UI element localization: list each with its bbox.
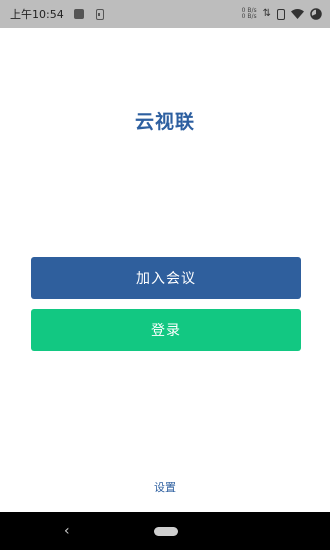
data-arrows-icon: ⇅ bbox=[262, 8, 271, 19]
navigation-bar: ‹ bbox=[0, 512, 330, 550]
wifi-icon bbox=[291, 9, 304, 19]
join-meeting-button[interactable]: 加入会议 bbox=[31, 257, 301, 299]
home-pill-icon[interactable] bbox=[154, 527, 178, 536]
status-time: 上午10:54 bbox=[10, 8, 64, 21]
status-bar: 上午10:54 0 B/s 0 B/s ⇅ bbox=[0, 0, 330, 28]
vibrate-icon bbox=[277, 8, 285, 20]
network-speed: 0 B/s 0 B/s bbox=[242, 8, 257, 20]
login-button[interactable]: 登录 bbox=[31, 309, 301, 351]
settings-link[interactable]: 设置 bbox=[0, 479, 330, 495]
net-speed-down: 0 B/s bbox=[241, 13, 257, 20]
notification-app-icon bbox=[73, 9, 84, 19]
status-icons: 0 B/s 0 B/s ⇅ bbox=[242, 8, 322, 20]
back-chevron-icon[interactable]: ‹ bbox=[64, 523, 70, 539]
battery-icon bbox=[310, 8, 322, 20]
app-title: 云视联 bbox=[134, 111, 195, 133]
notification-phone-icon bbox=[95, 8, 104, 20]
